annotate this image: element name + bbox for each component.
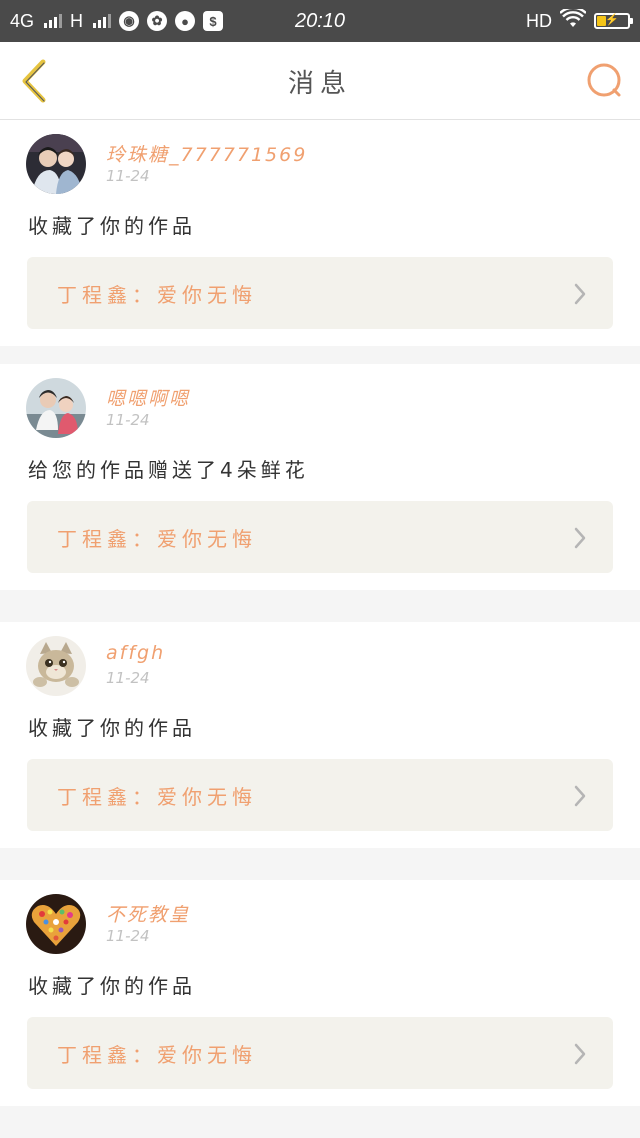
nav-bar: 消息 [0,42,640,120]
avatar[interactable] [26,894,86,954]
message-text: 收藏了你的作品 [28,974,196,998]
work-title: 丁程鑫：爱你无悔 [57,282,257,307]
battery-icon: ⚡ [594,13,633,29]
message-date: 11-24 [106,167,150,185]
message-card: 不死教皇 11-24 收藏了你的作品 丁程鑫：爱你无悔 [0,880,640,1106]
message-text: 收藏了你的作品 [28,716,196,740]
status-right: HD ⚡ [526,6,633,34]
wechat-app-icon: ✿ [147,11,168,31]
work-link[interactable]: 丁程鑫：爱你无悔 [27,501,613,573]
network-type-2: H [70,10,84,31]
work-title: 丁程鑫：爱你无悔 [57,784,257,809]
work-title: 丁程鑫：爱你无悔 [57,1042,257,1067]
signal-icon-2 [93,14,112,28]
search-button[interactable] [584,60,626,102]
message-username[interactable]: 不死教皇 [106,900,190,927]
message-date: 11-24 [106,669,150,687]
work-title: 丁程鑫：爱你无悔 [57,526,257,551]
s-app-icon: $ [203,11,224,31]
message-date: 11-24 [106,927,150,945]
network-type: 4G [10,10,35,31]
message-text: 给您的作品赠送了4朵鲜花 [28,458,309,482]
work-link[interactable]: 丁程鑫：爱你无悔 [27,1017,613,1089]
status-left: 4G H ◉ ✿ ● $ [10,10,224,32]
message-card: affgh 11-24 收藏了你的作品 丁程鑫：爱你无悔 [0,622,640,848]
avatar[interactable] [26,636,86,696]
hd-indicator: HD [526,10,552,31]
search-icon [587,63,621,97]
avatar[interactable] [26,378,86,438]
message-card: 玲珠糖_777771569 11-24 收藏了你的作品 丁程鑫：爱你无悔 [0,120,640,346]
avatar[interactable] [26,134,86,194]
status-bar: 4G H ◉ ✿ ● $ 20:10 HD ⚡ [0,0,640,42]
message-username[interactable]: 玲珠糖_777771569 [106,140,307,167]
chevron-right-icon [574,283,586,305]
browser-app-icon: ◉ [119,11,140,31]
chat-app-icon: ● [175,11,196,31]
chevron-right-icon [574,1043,586,1065]
work-link[interactable]: 丁程鑫：爱你无悔 [27,759,613,831]
page-title: 消息 [287,68,352,99]
message-text: 收藏了你的作品 [28,214,196,238]
work-link[interactable]: 丁程鑫：爱你无悔 [27,257,613,329]
message-date: 11-24 [106,411,150,429]
signal-icon [44,14,63,28]
message-card: 嗯嗯啊嗯 11-24 给您的作品赠送了4朵鲜花 丁程鑫：爱你无悔 [0,364,640,590]
wifi-icon [559,6,587,34]
chevron-right-icon [574,785,586,807]
chevron-right-icon [574,527,586,549]
message-username[interactable]: 嗯嗯啊嗯 [106,384,190,411]
message-username[interactable]: affgh [106,642,165,664]
